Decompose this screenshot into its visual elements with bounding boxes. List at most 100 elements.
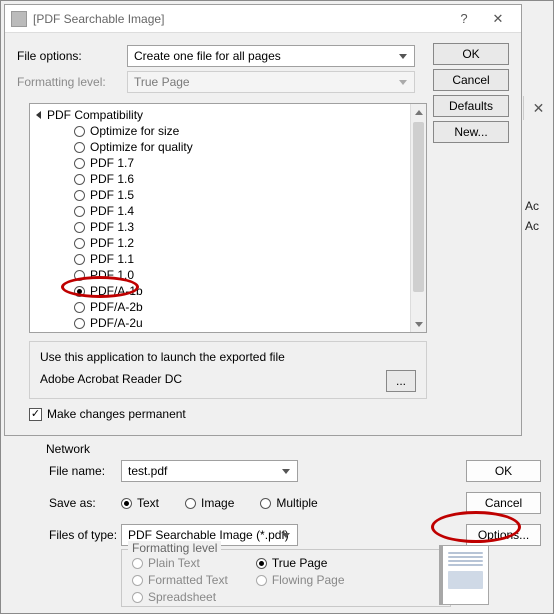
chevron-down-icon[interactable] bbox=[279, 528, 293, 542]
dialog-title: [PDF Searchable Image] bbox=[33, 12, 447, 26]
file-options-label: File options: bbox=[17, 49, 127, 63]
chevron-down-icon[interactable] bbox=[279, 464, 293, 478]
file-options-value: Create one file for all pages bbox=[134, 49, 281, 63]
radio-icon bbox=[74, 238, 85, 249]
dialog-titlebar: [PDF Searchable Image] ? ✕ bbox=[5, 5, 521, 33]
radio-icon bbox=[74, 270, 85, 281]
scroll-up-button[interactable] bbox=[411, 104, 426, 120]
app-icon bbox=[11, 11, 27, 27]
tree-item[interactable]: PDF/A-2b bbox=[34, 299, 424, 315]
formatting-level-legend: Formatting level bbox=[128, 541, 221, 555]
tree-item-label: PDF 1.3 bbox=[90, 219, 134, 235]
fmt-radio-plain-text: Plain Text bbox=[132, 556, 228, 570]
chevron-down-icon[interactable] bbox=[396, 49, 410, 63]
tree-item[interactable]: PDF 1.5 bbox=[34, 187, 424, 203]
fmt-radio-formatted-text: Formatted Text bbox=[132, 573, 228, 587]
tree-item[interactable]: PDF 1.4 bbox=[34, 203, 424, 219]
fmt-radio-flowing-page: Flowing Page bbox=[256, 573, 345, 587]
peek-line: Ac bbox=[525, 216, 539, 236]
fmt-radio-true-page[interactable]: True Page bbox=[256, 556, 345, 570]
radio-icon bbox=[74, 222, 85, 233]
radio-icon bbox=[121, 498, 132, 509]
launch-app-name: Adobe Acrobat Reader DC bbox=[40, 372, 416, 386]
radio-icon bbox=[256, 558, 267, 569]
ok-button[interactable]: OK bbox=[433, 43, 509, 65]
radio-icon bbox=[74, 126, 85, 137]
tree-item-label: PDF/A-2u bbox=[90, 315, 143, 331]
radio-icon bbox=[74, 206, 85, 217]
radio-icon bbox=[74, 142, 85, 153]
make-permanent-label: Make changes permanent bbox=[47, 407, 186, 421]
tree-item[interactable]: PDF 1.7 bbox=[34, 155, 424, 171]
tree-group-label: PDF Compatibility bbox=[47, 107, 143, 123]
checkbox-icon bbox=[29, 408, 42, 421]
radio-icon bbox=[132, 575, 143, 586]
tree-item[interactable]: Optimize for size bbox=[34, 123, 424, 139]
page-preview-thumbnail bbox=[439, 545, 489, 605]
formatting-level-group: Formatting level Plain Text Formatted Te… bbox=[121, 549, 451, 607]
parent-close-button[interactable]: ✕ bbox=[523, 96, 553, 120]
radio-icon bbox=[132, 592, 143, 603]
collapse-triangle-icon[interactable] bbox=[36, 111, 41, 119]
tree-item[interactable]: PDF 1.1 bbox=[34, 251, 424, 267]
formatting-level-select: True Page bbox=[127, 71, 415, 93]
tree-item-label: PDF 1.2 bbox=[90, 235, 134, 251]
tree-group-header[interactable]: PDF Compatibility bbox=[34, 107, 424, 123]
pdf-options-dialog: [PDF Searchable Image] ? ✕ File options:… bbox=[4, 4, 522, 436]
new-button[interactable]: New... bbox=[433, 121, 509, 143]
parent-peek-text: Ac Ac bbox=[525, 196, 539, 236]
radio-icon bbox=[74, 174, 85, 185]
saveas-radio-multiple[interactable]: Multiple bbox=[260, 496, 317, 510]
tree-item-label: PDF 1.1 bbox=[90, 251, 134, 267]
radio-icon bbox=[132, 558, 143, 569]
files-of-type-value: PDF Searchable Image (*.pdf) bbox=[128, 528, 289, 542]
file-options-select[interactable]: Create one file for all pages bbox=[127, 45, 415, 67]
scroll-thumb[interactable] bbox=[413, 122, 424, 292]
filename-input[interactable]: test.pdf bbox=[121, 460, 298, 482]
chevron-down-icon bbox=[396, 75, 410, 89]
tree-item[interactable]: Optimize for quality bbox=[34, 139, 424, 155]
saveas-label: Save as: bbox=[31, 496, 121, 510]
scrollbar[interactable] bbox=[410, 104, 426, 332]
tree-item-label: PDF 1.4 bbox=[90, 203, 134, 219]
pdf-compatibility-tree[interactable]: PDF Compatibility Optimize for sizeOptim… bbox=[29, 103, 427, 333]
radio-icon bbox=[74, 254, 85, 265]
options-button[interactable]: Options... bbox=[466, 524, 541, 546]
tree-item-label: PDF 1.6 bbox=[90, 171, 134, 187]
formatting-level-value: True Page bbox=[134, 75, 190, 89]
saveas-radio-text[interactable]: Text bbox=[121, 496, 159, 510]
filename-label: File name: bbox=[31, 464, 121, 478]
cancel-button[interactable]: Cancel bbox=[433, 69, 509, 91]
launch-caption: Use this application to launch the expor… bbox=[40, 350, 416, 364]
formatting-level-label: Formatting level: bbox=[17, 75, 127, 89]
tree-item-label: PDF 1.7 bbox=[90, 155, 134, 171]
files-of-type-label: Files of type: bbox=[31, 528, 121, 542]
radio-icon bbox=[74, 190, 85, 201]
browse-app-button[interactable]: ... bbox=[386, 370, 416, 392]
radio-icon bbox=[256, 575, 267, 586]
tree-item-label: Optimize for quality bbox=[90, 139, 193, 155]
tree-item[interactable]: PDF/A-2u bbox=[34, 315, 424, 331]
radio-icon bbox=[260, 498, 271, 509]
radio-icon bbox=[185, 498, 196, 509]
help-button[interactable]: ? bbox=[447, 5, 481, 33]
fmt-radio-spreadsheet: Spreadsheet bbox=[132, 590, 228, 604]
tree-item[interactable]: PDF 1.2 bbox=[34, 235, 424, 251]
scroll-down-button[interactable] bbox=[411, 316, 426, 332]
radio-icon bbox=[74, 318, 85, 329]
make-permanent-checkbox[interactable]: Make changes permanent bbox=[29, 407, 186, 421]
close-button[interactable]: ✕ bbox=[481, 5, 515, 33]
parent-cancel-button[interactable]: Cancel bbox=[466, 492, 541, 514]
parent-ok-button[interactable]: OK bbox=[466, 460, 541, 482]
radio-icon bbox=[74, 302, 85, 313]
radio-icon bbox=[74, 286, 85, 297]
saveas-radio-image[interactable]: Image bbox=[185, 496, 234, 510]
tree-item-label: PDF 1.0 bbox=[90, 267, 134, 283]
tree-item[interactable]: PDF 1.0 bbox=[34, 267, 424, 283]
tree-item[interactable]: PDF/A-1b bbox=[34, 283, 424, 299]
tree-item-label: PDF/A-2b bbox=[90, 299, 143, 315]
tree-item[interactable]: PDF 1.6 bbox=[34, 171, 424, 187]
tree-item[interactable]: PDF 1.3 bbox=[34, 219, 424, 235]
defaults-button[interactable]: Defaults bbox=[433, 95, 509, 117]
filename-value: test.pdf bbox=[128, 464, 167, 478]
